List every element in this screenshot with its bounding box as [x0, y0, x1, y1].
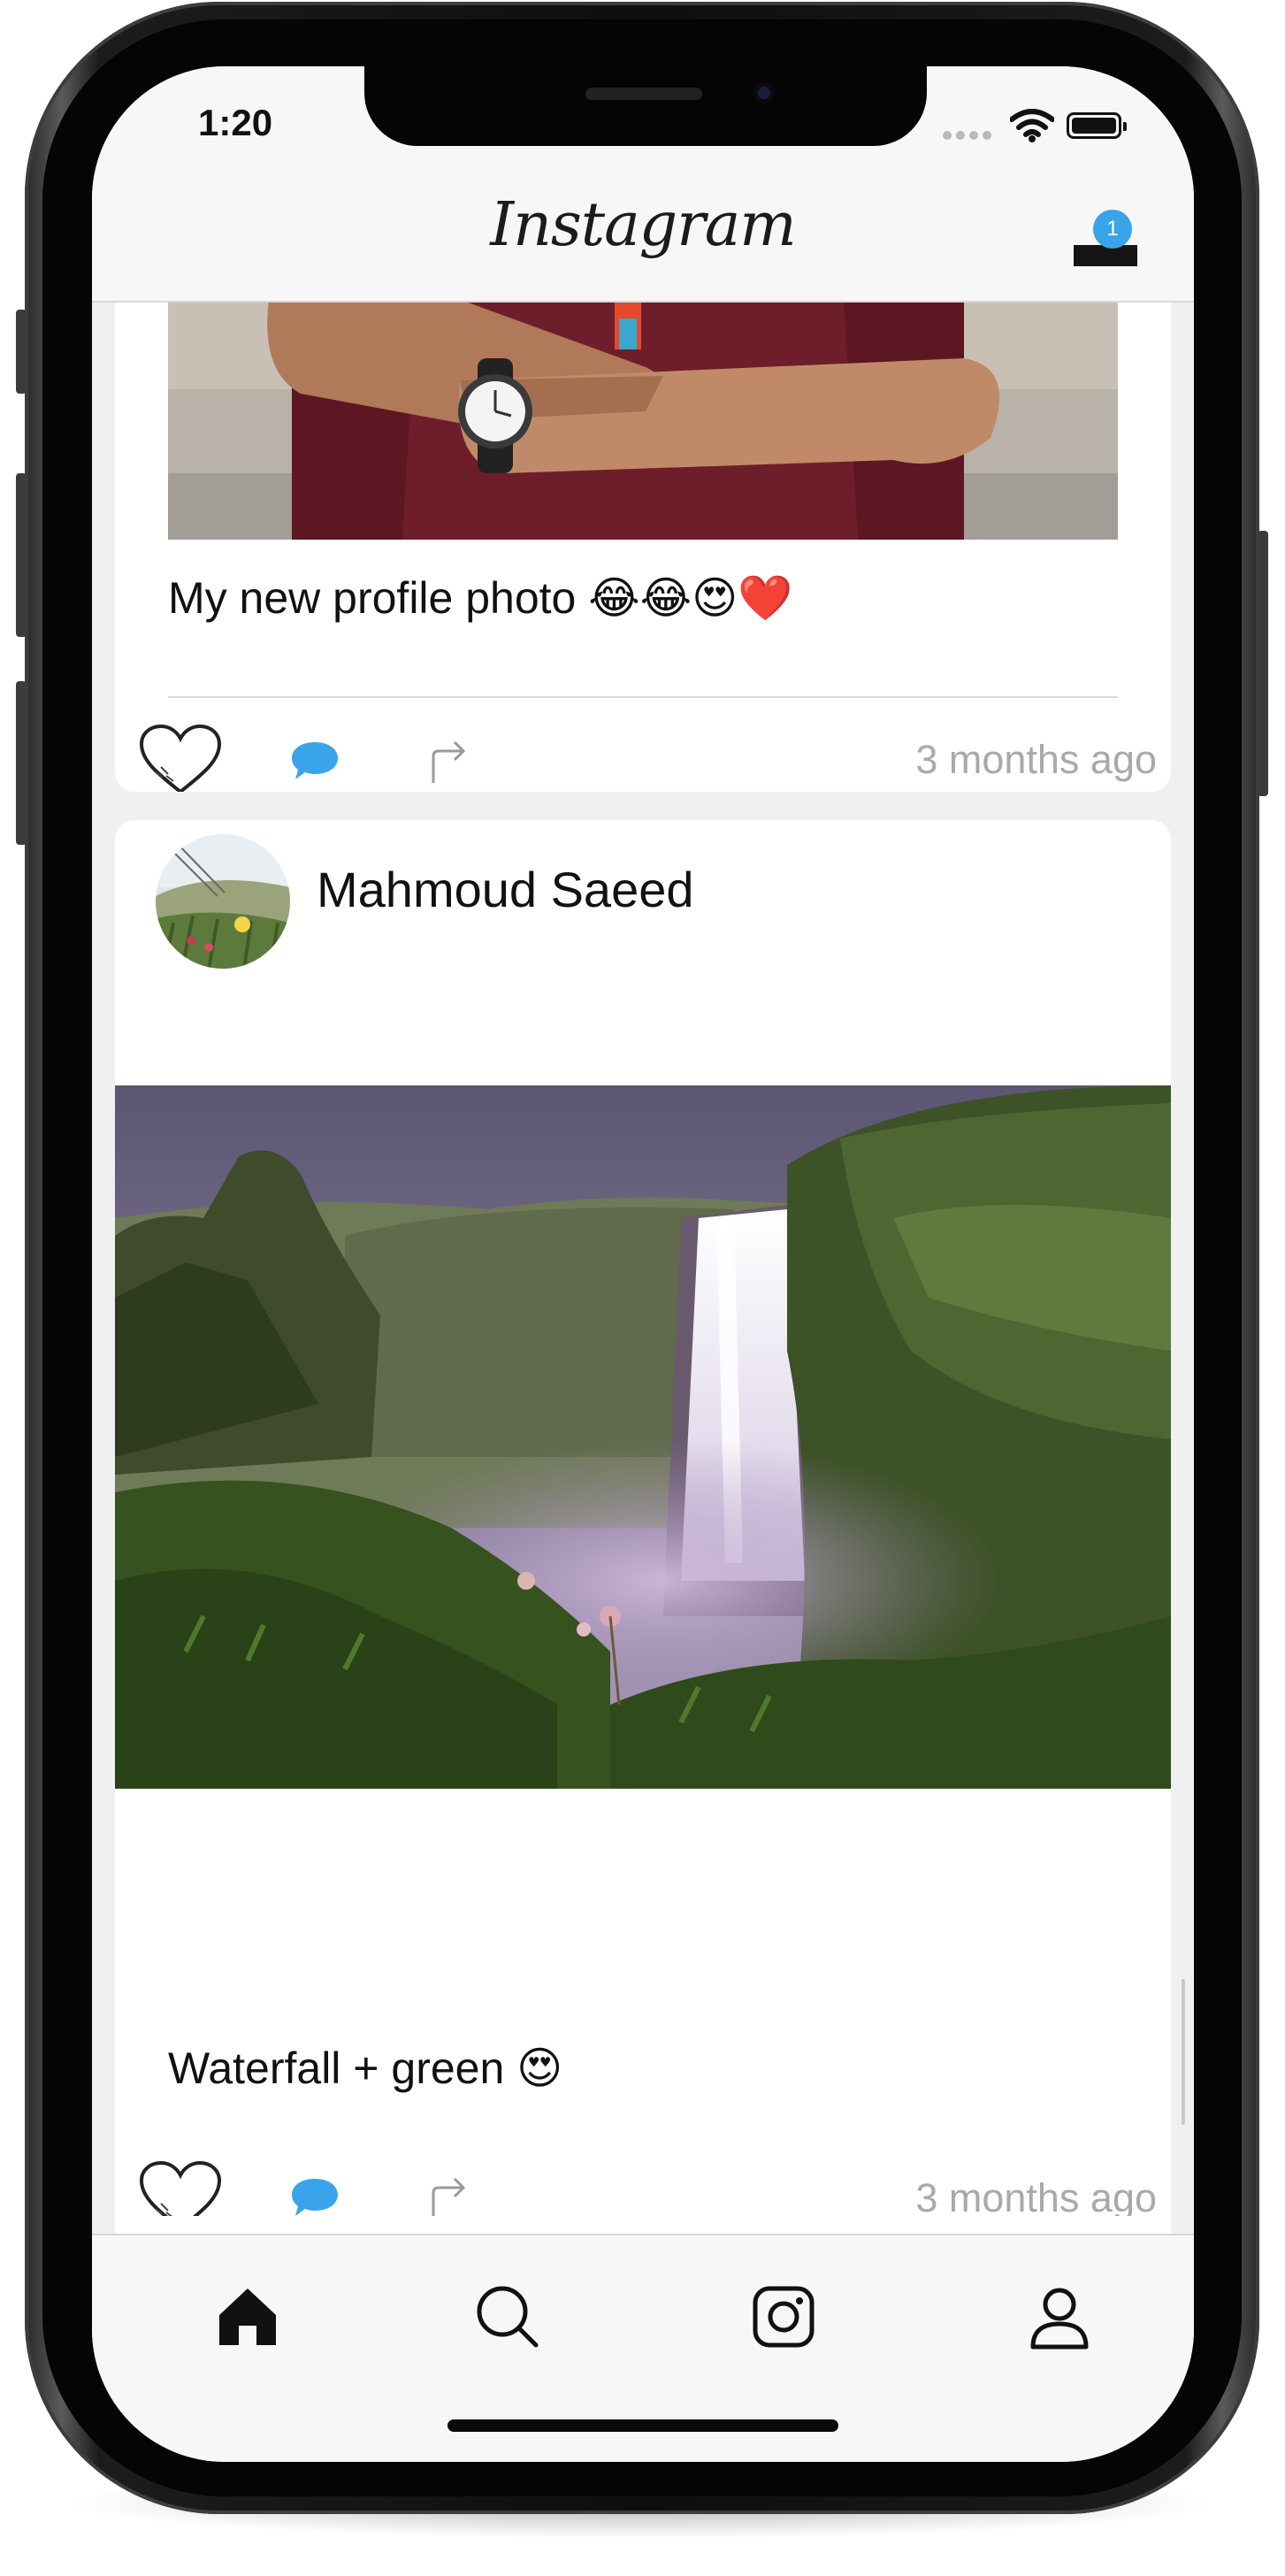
status-time: 1:20 [198, 102, 273, 143]
front-camera [753, 82, 775, 104]
tab-bar [92, 2234, 1194, 2462]
share-button[interactable] [428, 737, 470, 791]
tab-camera[interactable] [748, 2281, 819, 2352]
volume-down-button [16, 681, 27, 845]
tab-profile[interactable] [1024, 2281, 1095, 2352]
like-button[interactable] [138, 723, 223, 792]
scroll-indicator[interactable] [1182, 1979, 1185, 2125]
post-photo[interactable] [115, 1085, 1171, 1789]
mute-switch [16, 310, 27, 394]
comment-icon [292, 2179, 338, 2216]
cellular-signal-icon [943, 128, 996, 144]
profile-icon [1030, 2288, 1089, 2350]
notch [364, 66, 927, 146]
post-card: My new profile photo 😂😂😍❤️ 3 months ago [115, 234, 1171, 792]
share-arrow-icon [432, 740, 466, 783]
post-timestamp: 3 months ago [915, 737, 1157, 782]
post-caption: My new profile photo 😂😂😍❤️ [168, 573, 793, 623]
speaker-grille [585, 88, 702, 100]
post-caption: Waterfall + green 😍 [168, 2043, 563, 2093]
power-button [1258, 531, 1268, 796]
author-name[interactable]: Mahmoud Saeed [317, 861, 694, 918]
heart-icon [139, 724, 222, 792]
author-avatar[interactable] [156, 834, 290, 969]
post-timestamp: 3 months ago [915, 2175, 1157, 2220]
tab-home[interactable] [212, 2281, 283, 2352]
meadow-avatar-image [156, 834, 290, 969]
notification-badge: 1 [1093, 210, 1132, 249]
volume-up-button [16, 473, 27, 637]
feed[interactable]: My new profile photo 😂😂😍❤️ 3 months ago … [92, 66, 1194, 2322]
search-icon [477, 2286, 539, 2348]
home-icon [219, 2288, 276, 2345]
inbox-button[interactable]: 1 [1074, 210, 1141, 266]
tab-search[interactable] [472, 2281, 543, 2352]
home-indicator[interactable] [447, 2419, 838, 2432]
app-logo-title: Instagram [490, 190, 796, 260]
inbox-tray-icon [1074, 245, 1137, 266]
camera-icon [753, 2286, 815, 2348]
phone-screen: My new profile photo 😂😂😍❤️ 3 months ago … [92, 66, 1194, 2462]
wifi-icon [1009, 109, 1055, 147]
post-card: Mahmoud Saeed Waterfall + green 😍 [115, 820, 1171, 2191]
comment-icon [292, 742, 338, 779]
waterfall-image [115, 1085, 1171, 1789]
post-divider [168, 696, 1118, 698]
battery-icon [1067, 112, 1127, 139]
comment-button[interactable] [288, 739, 341, 787]
